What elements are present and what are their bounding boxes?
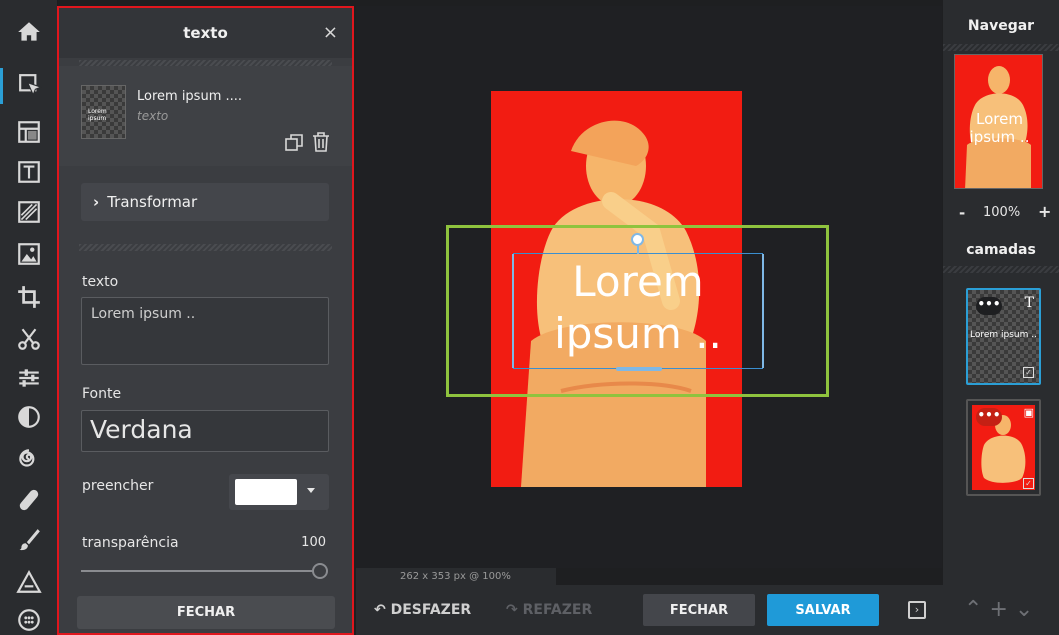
chevron-right-icon: › (93, 193, 100, 211)
triangle-ruler-icon[interactable] (0, 564, 58, 600)
collapse-panel-icon[interactable]: › (908, 601, 926, 619)
chevron-down-icon[interactable]: ⌄ (1015, 597, 1033, 622)
image-layer-icon: ▣ (1023, 406, 1034, 419)
right-panel: Navegar Lorem ipsum .. - 100% + camadas … (943, 0, 1059, 585)
save-button[interactable]: SALVAR (767, 594, 879, 626)
brush-icon[interactable] (0, 522, 58, 558)
layer-text-preview: Lorem ipsum .. (970, 330, 1037, 340)
photo-editor: texto × Lorem ipsum Lorem ipsum .... tex… (0, 0, 1059, 635)
fill-color-swatch (235, 479, 297, 505)
navigator-thumbnail[interactable]: Lorem ipsum .. (954, 54, 1043, 189)
layer-menu-icon[interactable]: ••• (976, 408, 1002, 426)
zoom-in-button[interactable]: + (1038, 202, 1051, 221)
panel-header: texto × (59, 8, 352, 58)
spiral-icon[interactable] (0, 441, 58, 477)
scissors-icon[interactable] (0, 321, 58, 357)
chevron-up-icon[interactable]: ⌃ (964, 597, 982, 622)
crop-icon[interactable] (0, 279, 58, 315)
resize-handle[interactable] (616, 367, 662, 371)
layer-item-text[interactable]: ••• T Lorem ipsum .. ✓ (966, 288, 1041, 385)
globe-icon[interactable] (0, 602, 58, 635)
panel-close-button[interactable]: FECHAR (77, 596, 335, 629)
fill-label: preencher (82, 478, 154, 494)
zoom-level: 100% (983, 205, 1021, 220)
opacity-label: transparência (82, 535, 179, 551)
transform-label: Transformar (107, 193, 198, 211)
text-label: texto (82, 274, 119, 290)
font-label: Fonte (82, 386, 122, 402)
zoom-out-button[interactable]: - (959, 204, 965, 222)
selected-layer-card[interactable]: Lorem ipsum Lorem ipsum .... texto (59, 66, 352, 166)
layer-name: Lorem ipsum .... (137, 89, 243, 104)
chevron-down-icon (307, 488, 315, 493)
opacity-slider-track[interactable] (81, 570, 319, 572)
canvas-area: Lorem ipsum .. (356, 6, 942, 568)
canvas-text-line: Lorem (572, 257, 704, 306)
contrast-icon[interactable] (0, 399, 58, 435)
texture-icon[interactable] (0, 194, 58, 230)
add-icon[interactable]: + (989, 597, 1007, 622)
opacity-slider-handle[interactable] (312, 563, 328, 579)
trash-icon[interactable] (312, 132, 330, 152)
text-input[interactable]: Lorem ipsum .. (81, 297, 329, 365)
transform-toggle[interactable]: › Transformar (81, 183, 329, 221)
home-icon[interactable] (0, 14, 58, 50)
redo-icon: ↷ (506, 602, 523, 618)
divider (79, 244, 332, 251)
layer-item-image[interactable]: ••• ▣ ✓ (966, 399, 1041, 496)
panel-title: texto (183, 24, 228, 42)
divider (943, 266, 1059, 273)
undo-label: DESFAZER (390, 602, 472, 618)
canvas-text-layer[interactable]: Lorem ipsum .. (513, 256, 763, 360)
layer-menu-icon[interactable]: ••• (976, 297, 1002, 315)
layer-type: texto (137, 109, 169, 123)
undo-icon: ↶ (374, 602, 391, 618)
rotate-handle[interactable] (631, 233, 644, 246)
navigator-text: Lorem ipsum .. (969, 110, 1030, 146)
image-icon[interactable] (0, 236, 58, 272)
select-arrow-icon[interactable] (0, 68, 58, 104)
close-icon[interactable]: × (323, 22, 338, 43)
rotate-handle-stem (637, 245, 639, 254)
opacity-value: 100 (301, 535, 326, 550)
text-layer-icon: T (1024, 295, 1034, 311)
canvas-text-line: ipsum .. (554, 309, 722, 358)
text-properties-panel: texto × Lorem ipsum Lorem ipsum .... tex… (57, 6, 354, 635)
fill-color-picker[interactable] (229, 474, 329, 510)
redo-label: REFAZER (522, 602, 593, 618)
divider (943, 44, 1059, 51)
grid-layout-icon[interactable] (0, 114, 58, 150)
layer-thumbnail: Lorem ipsum (81, 85, 126, 139)
sliders-icon[interactable] (0, 360, 58, 396)
navigate-title: Navegar (967, 18, 1035, 34)
checkbox-icon[interactable]: ✓ (1023, 367, 1034, 378)
close-button[interactable]: FECHAR (643, 594, 755, 626)
canvas-status: 262 x 353 px @ 100% (356, 568, 556, 585)
checkbox-icon[interactable]: ✓ (1023, 478, 1034, 489)
tool-sidebar (0, 0, 58, 635)
duplicate-icon[interactable] (285, 134, 303, 152)
undo-button[interactable]: ↶ DESFAZER (374, 602, 471, 618)
bottom-bar: ↶ DESFAZER ↷ REFAZER FECHAR SALVAR › ⌃ +… (356, 585, 1059, 635)
redo-button[interactable]: ↷ REFAZER (506, 602, 592, 618)
layer-nav-controls: ⌃ + ⌄ (964, 597, 1033, 622)
font-select[interactable]: Verdana (81, 410, 329, 452)
bandage-icon[interactable] (0, 482, 58, 518)
layers-title: camadas (966, 242, 1036, 258)
text-tool-icon[interactable] (0, 154, 58, 190)
